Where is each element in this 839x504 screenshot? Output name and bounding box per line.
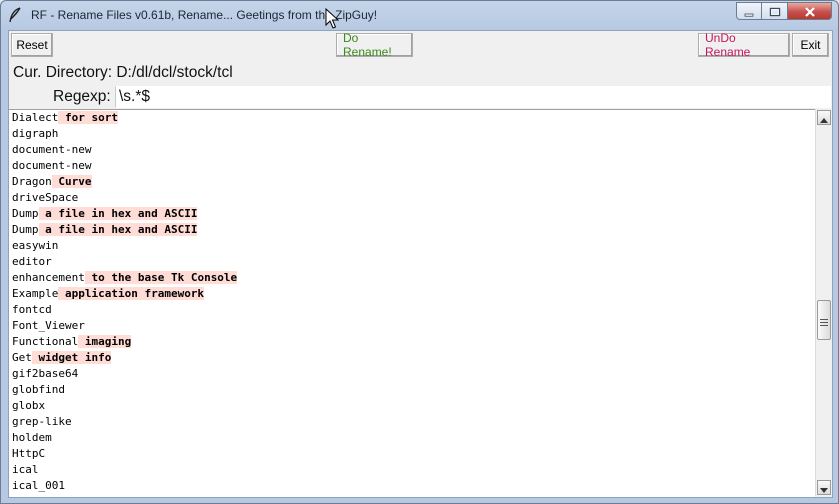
filename-base: enhancement [12,271,85,284]
filename-base: Example [12,287,59,300]
close-icon [804,2,816,21]
reset-button[interactable]: Reset [11,33,53,57]
regexp-match-highlight: application framework [58,287,205,300]
caption-buttons [736,2,832,21]
list-item[interactable]: holdem [9,430,815,446]
list-item[interactable]: Dump a file in hex and ASCII [9,206,815,222]
filename-base: globx [12,399,46,412]
list-item[interactable]: digraph [9,126,815,142]
filename-base: globfind [12,383,65,396]
list-item[interactable]: Functional imaging [9,334,815,350]
exit-button[interactable]: Exit [792,33,829,57]
list-item[interactable]: Font_Viewer [9,318,815,334]
list-item[interactable]: Dump a file in hex and ASCII [9,222,815,238]
filename-base: holdem [12,431,52,444]
list-item[interactable]: easywin [9,238,815,254]
filename-base: Dragon [12,175,52,188]
list-item[interactable]: Get widget info [9,350,815,366]
regexp-input[interactable] [115,86,831,108]
filename-base: Get [12,351,32,364]
app-window: RF - Rename Files v0.61b, Rename... Geet… [0,0,839,504]
filename-base: Dump [12,223,39,236]
filename-base: ical_001 [12,479,65,492]
close-button[interactable] [788,2,832,20]
list-item[interactable]: enhancement to the base Tk Console [9,270,815,286]
filename-base: HttpC [12,447,46,460]
do-rename-button[interactable]: Do Rename! [336,31,413,59]
list-item[interactable]: document-new [9,142,815,158]
list-item[interactable]: fontcd [9,302,815,318]
filename-base: document-new [12,159,92,172]
list-item[interactable]: gif2base64 [9,366,815,382]
regexp-match-highlight: for sort [58,111,118,124]
filename-base: document-new [12,143,92,156]
list-item[interactable]: document-new [9,158,815,174]
list-item[interactable]: grep-like [9,414,815,430]
filename-base: easywin [12,239,59,252]
maximize-button[interactable] [762,2,788,20]
current-directory: Cur. Directory: D:/dl/dcl/stock/tcl [13,64,233,81]
list-item[interactable]: Example application framework [9,286,815,302]
filename-base: grep-like [12,415,72,428]
filename-base: gif2base64 [12,367,79,380]
filename-base: Font_Viewer [12,319,85,332]
client-area: Reset Do Rename! UnDo Rename Exit Cur. D… [8,30,833,498]
scrollbar-thumb[interactable] [817,300,831,340]
regexp-match-highlight: Curve [51,175,92,188]
arrow-up-icon [820,108,828,127]
regexp-match-highlight: widget info [31,351,112,364]
list-item[interactable]: ical_001 [9,478,815,494]
filename-base: fontcd [12,303,52,316]
filename-base: editor [12,255,52,268]
list-item[interactable]: globx [9,398,815,414]
vertical-scrollbar[interactable] [815,109,831,496]
filename-base: Functional [12,335,79,348]
filename-base: driveSpace [12,191,79,204]
filename-base: digraph [12,127,59,140]
list-item[interactable]: Dialect for sort [9,110,815,126]
arrow-down-icon [820,478,828,497]
regexp-match-highlight: to the base Tk Console [84,271,238,284]
maximize-icon [769,2,781,21]
minimize-icon [744,2,754,21]
toolbar: Reset Do Rename! UnDo Rename Exit [9,31,832,61]
filename-base: Dialect [12,111,59,124]
scroll-up-button[interactable] [817,110,831,125]
title-bar[interactable]: RF - Rename Files v0.61b, Rename... Geet… [1,1,838,30]
regexp-match-highlight: a file in hex and ASCII [38,223,198,236]
undo-rename-button[interactable]: UnDo Rename [698,31,790,59]
file-list[interactable]: Dialect for sort digraph document-new docum… [9,109,815,497]
feather-icon [8,7,22,23]
list-item[interactable]: editor [9,254,815,270]
filename-base: Dump [12,207,39,220]
scroll-down-button[interactable] [817,480,831,495]
list-item[interactable]: ical [9,462,815,478]
filename-base: ical [12,463,39,476]
regexp-match-highlight: imaging [78,335,132,348]
list-item[interactable]: Dragon Curve [9,174,815,190]
list-item[interactable]: globfind [9,382,815,398]
grip-icon [820,311,828,330]
regexp-label: Regexp: [53,88,111,105]
minimize-button[interactable] [736,2,762,20]
list-item[interactable]: HttpC [9,446,815,462]
regexp-match-highlight: a file in hex and ASCII [38,207,198,220]
mouse-pointer-icon [325,7,340,30]
list-item[interactable]: driveSpace [9,190,815,206]
